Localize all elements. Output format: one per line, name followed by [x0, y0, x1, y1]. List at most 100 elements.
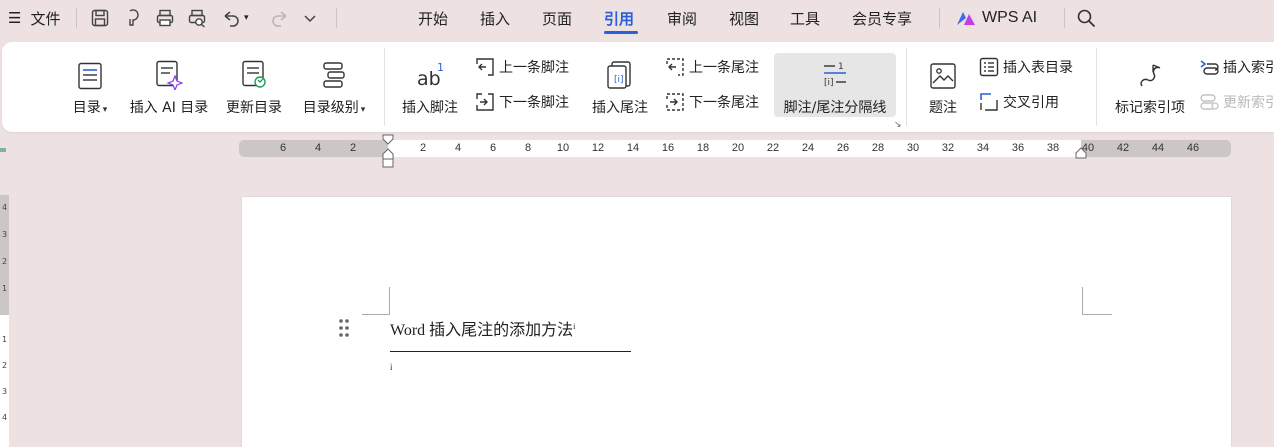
svg-text:[i]: [i]: [824, 78, 834, 88]
active-tab-indicator: [604, 31, 638, 34]
ruler-tick: 38: [1046, 142, 1060, 154]
ruler-tick: 14: [626, 142, 640, 154]
document-title-text: Word 插入尾注的添加方法: [390, 322, 574, 339]
toc-button[interactable]: 目录 ▾: [68, 54, 112, 117]
drag-handle-icon[interactable]: [338, 318, 350, 338]
ruler-tick: 26: [836, 142, 850, 154]
tab-tools[interactable]: 工具: [790, 0, 820, 36]
vertical-ruler-tick: 2: [1, 361, 8, 370]
caption-icon: [930, 63, 956, 89]
ruler-toggle[interactable]: [0, 148, 6, 152]
ruler-tick: 6: [279, 142, 287, 154]
footnote-icon: ab1: [417, 61, 444, 90]
insert-endnote-button[interactable]: [i] 插入尾注: [588, 54, 652, 117]
toc-label: 目录: [72, 100, 101, 116]
insert-footnote-button[interactable]: ab 1 插入脚注: [398, 54, 462, 117]
undo-icon: [224, 11, 239, 27]
divider: [939, 8, 940, 28]
ruler-tick: 2: [349, 142, 357, 154]
update-index-icon: [1200, 94, 1219, 110]
ruler-tick: 44: [1151, 142, 1165, 154]
cross-reference-button[interactable]: 交叉引用: [978, 91, 1059, 113]
vertical-ruler-tick: 3: [1, 230, 8, 239]
endnote-icon: [i]: [607, 61, 631, 89]
save-icon: [91, 9, 109, 27]
endnote-reference[interactable]: i: [573, 322, 575, 331]
insert-figure-toc-button[interactable]: 插入表目录: [978, 56, 1073, 78]
mark-index-entry-button[interactable]: 标记索引项: [1110, 54, 1190, 117]
toc-level-button[interactable]: 目录级别 ▾: [296, 54, 372, 117]
first-line-indent-marker[interactable]: [382, 134, 394, 146]
update-index-label: 更新索引: [1223, 95, 1274, 111]
tab-view[interactable]: 视图: [729, 0, 759, 36]
next-footnote-button[interactable]: 下一条脚注: [474, 91, 569, 113]
print-button[interactable]: [155, 0, 175, 36]
search-button[interactable]: [1076, 0, 1096, 36]
divider: [76, 8, 77, 28]
file-menu[interactable]: ☰ 文件: [8, 0, 60, 36]
left-indent-marker[interactable]: [382, 158, 394, 168]
svg-text:1: 1: [838, 62, 844, 72]
tab-home[interactable]: 开始: [418, 0, 448, 36]
crop-mark: [1082, 314, 1112, 315]
tab-insert[interactable]: 插入: [480, 0, 510, 36]
figure-toc-icon: [979, 57, 999, 77]
print-preview-icon: [188, 9, 206, 28]
next-endnote-button[interactable]: 下一条尾注: [664, 91, 759, 113]
redo-button[interactable]: [270, 0, 290, 36]
insert-ai-toc-label: 插入 AI 目录: [129, 100, 209, 116]
divider: [906, 48, 907, 126]
chevron-down-icon[interactable]: ▾: [244, 13, 249, 23]
next-footnote-label: 下一条脚注: [499, 95, 569, 111]
insert-index-icon: [1200, 60, 1219, 75]
svg-text:1: 1: [437, 61, 444, 74]
update-toc-button[interactable]: 更新目录: [222, 54, 286, 117]
insert-ai-toc-button[interactable]: 插入 AI 目录: [126, 54, 212, 117]
endnote-separator-line: [390, 351, 631, 352]
prev-footnote-label: 上一条脚注: [499, 60, 569, 76]
dialog-launcher-icon[interactable]: ↘: [894, 120, 902, 130]
divider: [384, 48, 385, 126]
wps-ai-button[interactable]: WPS AI: [956, 0, 1037, 36]
insert-index-button[interactable]: 插入索引: [1198, 56, 1274, 78]
prev-footnote-icon: [476, 58, 494, 76]
undo-button[interactable]: ▾: [221, 0, 249, 36]
tab-member[interactable]: 会员专享: [852, 0, 912, 36]
tab-review[interactable]: 审阅: [667, 0, 697, 36]
next-endnote-icon: [666, 93, 684, 111]
ruler-tick: 20: [731, 142, 745, 154]
print-preview-button[interactable]: [187, 0, 207, 36]
tab-page[interactable]: 页面: [542, 0, 572, 36]
separator-icon: 1 [i]: [824, 62, 846, 88]
footnote-separator-button[interactable]: 1 [i] 脚注/尾注分隔线: [774, 53, 896, 117]
caption-label: 题注: [929, 100, 957, 116]
vertical-ruler-tick: 3: [1, 387, 8, 396]
right-indent-marker[interactable]: [1075, 147, 1087, 159]
ruler-tick: 30: [906, 142, 920, 154]
format-painter-button[interactable]: [123, 0, 143, 36]
prev-endnote-button[interactable]: 上一条尾注: [664, 56, 759, 78]
vertical-ruler-tick: 1: [1, 284, 8, 293]
menu-bar: ☰ 文件 ▾ 开始 插入 页面 引用 审阅 视图 工具 会员专享 WPS AI: [0, 0, 1274, 36]
chevron-down-icon: ▾: [360, 105, 366, 115]
update-index-button[interactable]: 更新索引: [1198, 91, 1274, 113]
ruler-tick: 2: [419, 142, 427, 154]
caption-button[interactable]: 题注: [920, 54, 966, 117]
document-title[interactable]: Word 插入尾注的添加方法i: [390, 316, 575, 340]
more-quick-actions-button[interactable]: [303, 0, 317, 36]
svg-text:[i]: [i]: [614, 75, 624, 85]
insert-endnote-label: 插入尾注: [592, 100, 648, 116]
next-endnote-label: 下一条尾注: [689, 95, 759, 111]
prev-footnote-button[interactable]: 上一条脚注: [474, 56, 569, 78]
endnote-mark[interactable]: i: [390, 362, 393, 372]
ruler-tick: 6: [489, 142, 497, 154]
insert-figure-toc-label: 插入表目录: [1003, 60, 1073, 76]
ruler-tick: 46: [1186, 142, 1200, 154]
ruler-tick: 22: [766, 142, 780, 154]
save-button[interactable]: [90, 0, 110, 36]
ruler-tick: 4: [314, 142, 322, 154]
vertical-ruler-tick: 1: [1, 335, 8, 344]
wps-ai-label: WPS AI: [982, 9, 1038, 26]
print-icon: [156, 9, 174, 27]
vertical-ruler[interactable]: 4 3 2 1 1 2 3 4: [0, 195, 9, 447]
